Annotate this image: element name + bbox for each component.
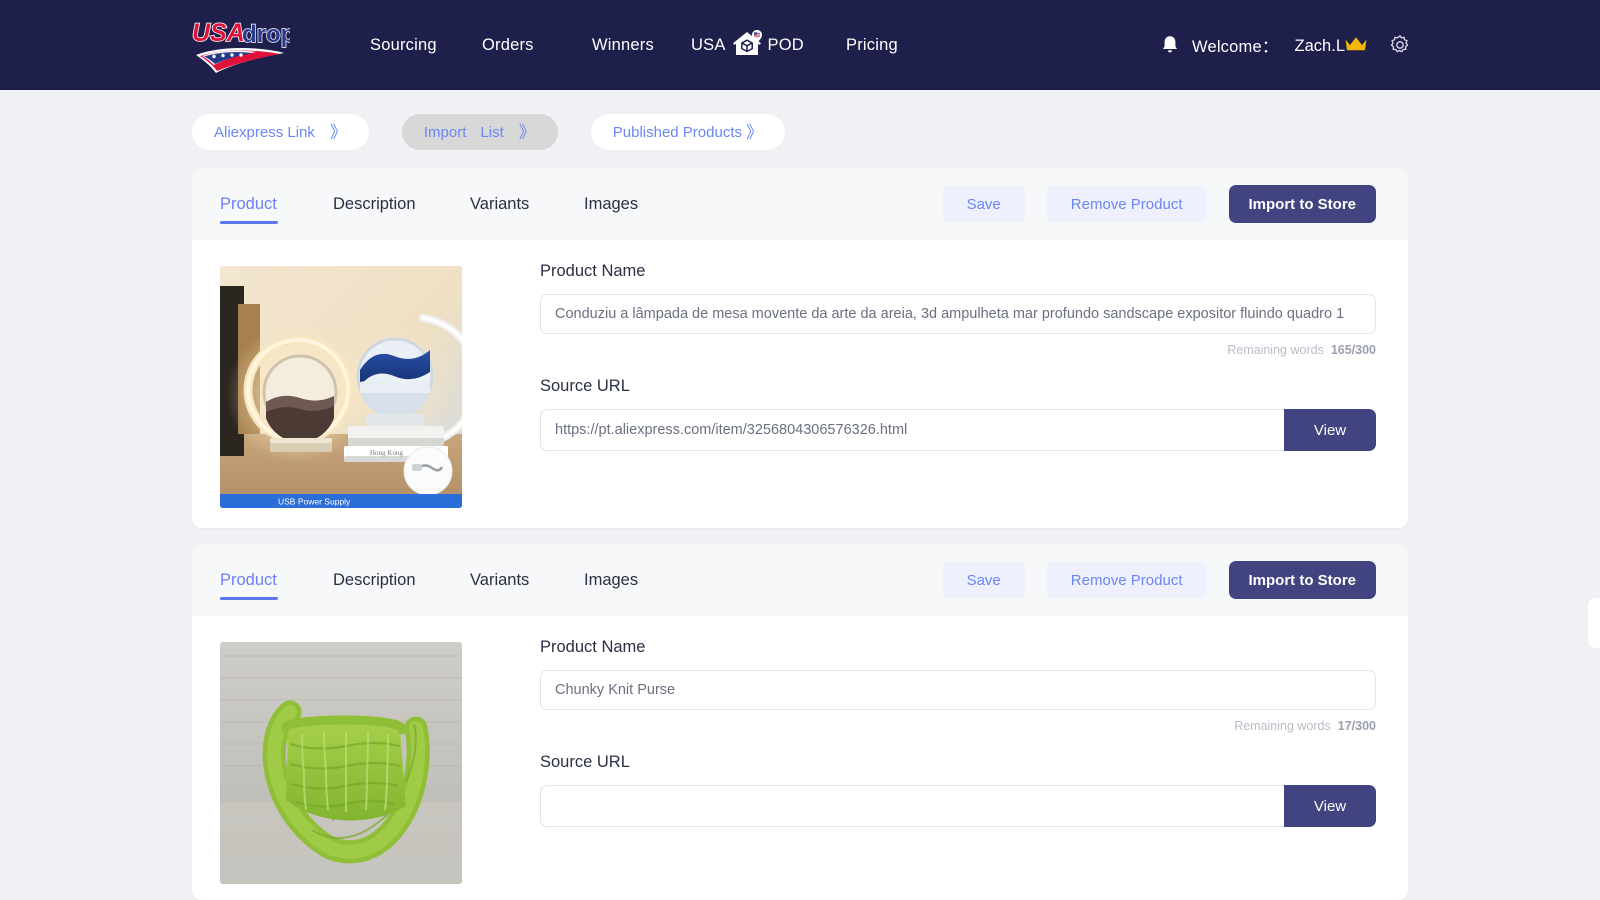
- tab-label-product: Product: [220, 570, 277, 589]
- product-name-label: Product Name: [540, 262, 646, 280]
- product-tabs: Product Description Variants Images: [220, 168, 638, 240]
- tab-description[interactable]: Description: [333, 544, 470, 616]
- svg-text:Hong Kong: Hong Kong: [370, 449, 403, 457]
- usa-pod-warehouse-icon: [730, 27, 764, 61]
- welcome-label: Welcome：: [1191, 38, 1279, 56]
- product-thumbnail[interactable]: [220, 642, 462, 884]
- product-card: Product Description Variants Images Save…: [192, 168, 1408, 528]
- tab-product[interactable]: Product: [220, 168, 333, 240]
- gear-icon[interactable]: [1390, 35, 1410, 55]
- chunky-knit-purse-photo: [220, 642, 462, 884]
- tab-label-product: Product: [220, 194, 277, 213]
- pill-label-list: List: [480, 123, 504, 141]
- source-url-label: Source URL: [540, 377, 630, 395]
- pill-import-list[interactable]: Import List 》: [401, 114, 558, 150]
- nav-item-winners[interactable]: Winners: [592, 36, 691, 55]
- bell-icon[interactable]: [1159, 34, 1181, 56]
- tab-images[interactable]: Images: [584, 544, 638, 616]
- remove-product-button[interactable]: Remove Product: [1046, 186, 1207, 222]
- product-card-body: Product Name Remaining words 17/300 Sourc…: [192, 616, 1408, 900]
- pill-label-aliexpress-link: Aliexpress Link: [214, 123, 315, 141]
- remove-product-button[interactable]: Remove Product: [1046, 562, 1207, 598]
- tab-label-variants: Variants: [470, 194, 530, 213]
- user-name-label: Zach.L: [1294, 37, 1345, 55]
- tab-variants[interactable]: Variants: [470, 168, 584, 240]
- nav-item-orders[interactable]: Orders: [482, 36, 592, 55]
- pill-published-products[interactable]: Published Products 》: [590, 114, 785, 150]
- import-to-store-button[interactable]: Import to Store: [1228, 561, 1376, 599]
- tab-label-images: Images: [584, 194, 639, 213]
- source-url-row: View: [540, 785, 1376, 827]
- nav-label-winners: Winners: [592, 35, 654, 54]
- remaining-words-counter: Remaining words 17/300: [540, 719, 1376, 733]
- product-card-header: Product Description Variants Images Save…: [192, 168, 1408, 240]
- product-name-input[interactable]: [540, 670, 1376, 710]
- view-button[interactable]: View: [1284, 409, 1376, 451]
- nav-label-pod: POD: [767, 35, 804, 54]
- nav-label-pricing: Pricing: [846, 35, 898, 54]
- tab-label-description: Description: [333, 570, 416, 589]
- chevron-right-icon: 》: [746, 122, 763, 142]
- crown-icon: [1344, 37, 1368, 56]
- tab-label-description: Description: [333, 194, 416, 213]
- main-nav: Sourcing Orders Winners USA POD Pricing: [370, 0, 946, 90]
- chevron-right-icon: 》: [329, 122, 347, 142]
- product-name-label: Product Name: [540, 638, 646, 656]
- pill-label-import: Import: [423, 123, 467, 141]
- product-thumbnail[interactable]: Hong Kong USB Power Supply: [220, 266, 462, 508]
- breadcrumb: Aliexpress Link 》 Import List 》 Publishe…: [192, 114, 785, 150]
- svg-text:drop: drop: [242, 21, 290, 48]
- source-url-row: View: [540, 409, 1376, 451]
- product-fields: Product Name Remaining words 17/300 Sourc…: [540, 638, 1376, 827]
- product-card-actions: Save Remove Product Import to Store: [942, 544, 1376, 616]
- nav-label-sourcing: Sourcing: [370, 35, 437, 54]
- sand-art-lamp-photo: Hong Kong USB Power Supply: [220, 266, 462, 508]
- side-panel-handle[interactable]: [1588, 598, 1600, 648]
- tab-images[interactable]: Images: [584, 168, 638, 240]
- view-button[interactable]: View: [1284, 785, 1376, 827]
- pill-aliexpress-link[interactable]: Aliexpress Link 》: [192, 114, 369, 150]
- remaining-words-label: Remaining words: [1234, 719, 1331, 733]
- import-to-store-button[interactable]: Import to Store: [1228, 185, 1376, 223]
- product-tabs: Product Description Variants Images: [220, 544, 638, 616]
- tab-label-images: Images: [584, 570, 639, 589]
- product-card-header: Product Description Variants Images Save…: [192, 544, 1408, 616]
- product-card-body: Hong Kong USB Power Supply Product Name …: [192, 240, 1408, 528]
- remaining-words-counter: Remaining words 165/300: [540, 343, 1376, 357]
- product-name-input[interactable]: [540, 294, 1376, 334]
- save-button[interactable]: Save: [942, 562, 1025, 598]
- top-navigation-bar: USA drop Sourcing Orders Winners USA POD…: [0, 0, 1600, 90]
- source-url-label: Source URL: [540, 753, 630, 771]
- usadrop-logo[interactable]: USA drop: [190, 15, 290, 77]
- nav-item-usa-pod[interactable]: USA POD: [691, 28, 846, 62]
- user-name[interactable]: Zach.L: [1295, 34, 1368, 56]
- chevron-right-icon: 》: [518, 122, 536, 142]
- nav-item-pricing[interactable]: Pricing: [846, 36, 946, 55]
- source-url-input[interactable]: [540, 785, 1284, 827]
- source-url-input[interactable]: [540, 409, 1284, 451]
- tab-variants[interactable]: Variants: [470, 544, 584, 616]
- save-button[interactable]: Save: [942, 186, 1025, 222]
- nav-item-sourcing[interactable]: Sourcing: [370, 36, 482, 55]
- remaining-words-value: 17/300: [1337, 719, 1376, 733]
- product-card-actions: Save Remove Product Import to Store: [942, 168, 1376, 240]
- tab-label-variants: Variants: [470, 570, 530, 589]
- remaining-words-value: 165/300: [1330, 343, 1376, 357]
- remaining-words-label: Remaining words: [1227, 343, 1324, 357]
- product-fields: Product Name Remaining words 165/300 Sour…: [540, 262, 1376, 451]
- header-user-zone: Welcome： Zach.L: [1159, 0, 1410, 90]
- usadrop-logo-icon: USA drop: [191, 18, 290, 73]
- image-badge-text: USB Power Supply: [278, 497, 351, 507]
- tab-description[interactable]: Description: [333, 168, 470, 240]
- pill-label-published-products: Published Products: [612, 123, 742, 141]
- svg-text:USA: USA: [192, 19, 245, 47]
- tab-product[interactable]: Product: [220, 544, 333, 616]
- nav-label-usa: USA: [691, 35, 726, 54]
- product-card: Product Description Variants Images Save…: [192, 544, 1408, 900]
- nav-label-orders: Orders: [482, 35, 534, 54]
